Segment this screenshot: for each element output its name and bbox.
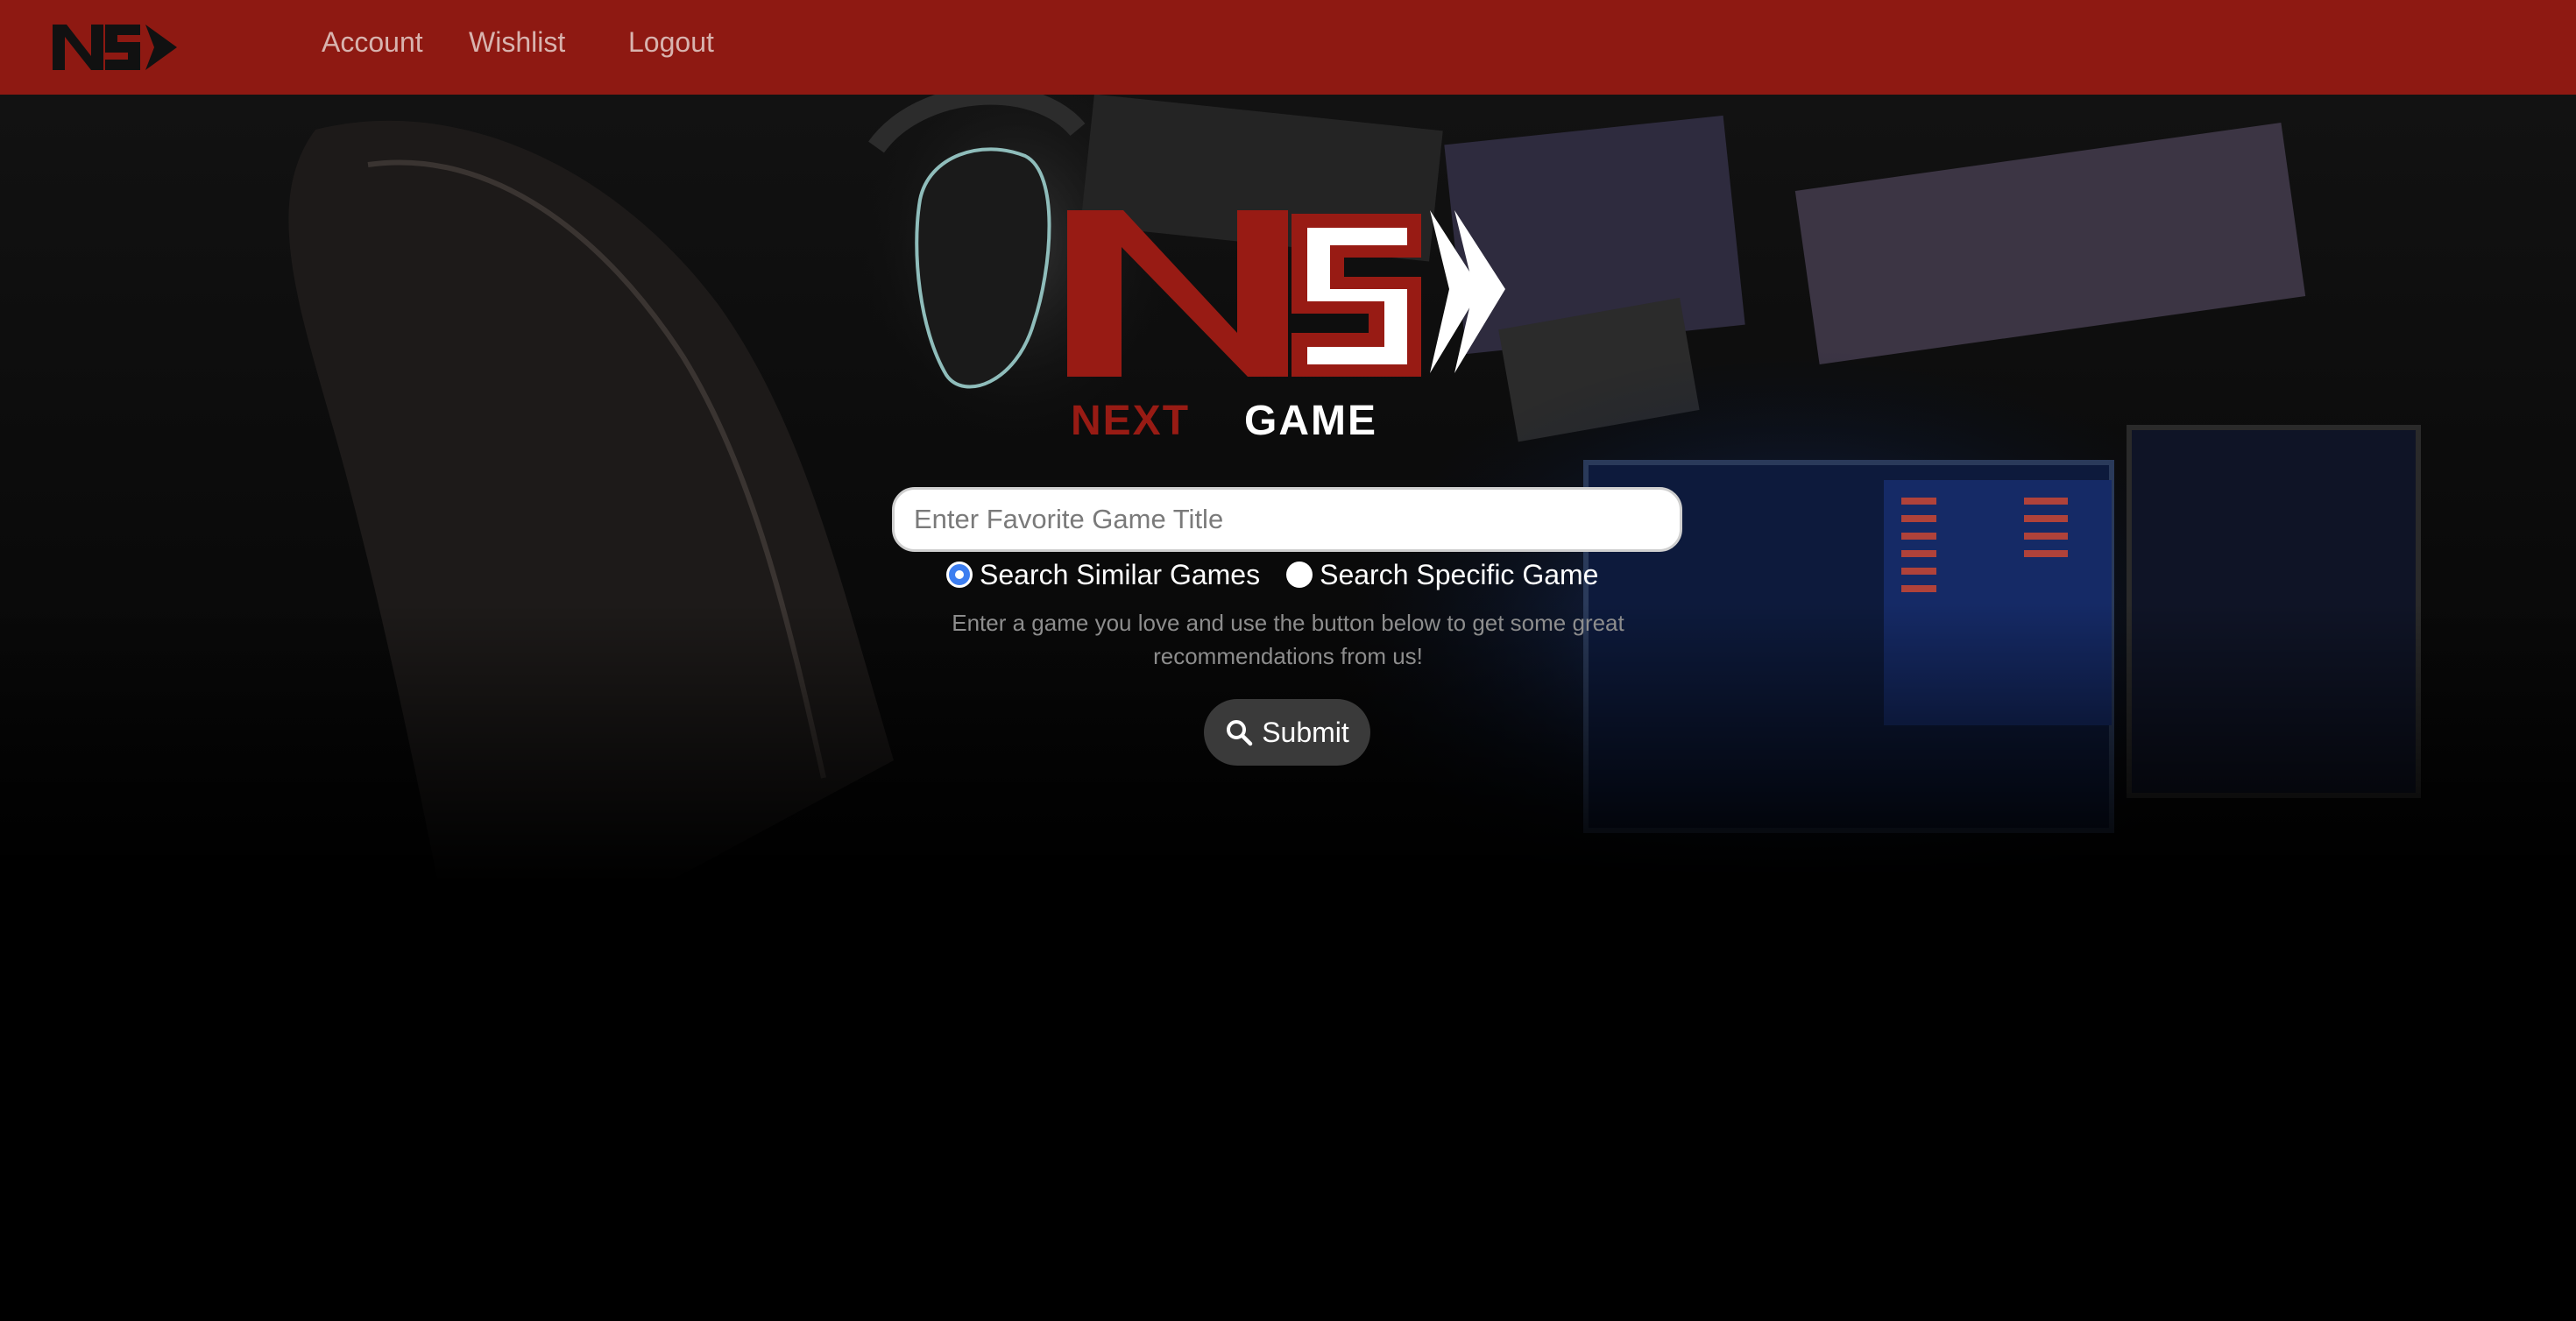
submit-button[interactable]: Submit [1204,699,1370,766]
submit-label: Submit [1262,716,1349,748]
radio-specific-game[interactable]: Search Specific Game [1286,559,1598,591]
logo-word-next: NEXT [1071,398,1190,443]
main-logo: NEXT GAME [1067,210,1505,443]
radio-button-checked[interactable] [946,562,973,588]
search-input[interactable] [892,487,1682,552]
page: NG Account Wishlist Logout NEXT GAME Ent… [0,0,2576,1321]
radio-label-similar: Search Similar Games [980,558,1261,590]
nav-link-account[interactable]: Account [322,26,423,59]
search-mode-radios: Search Similar Games Search Specific Gam… [946,555,1598,594]
nav-link-logout[interactable]: Logout [628,26,714,59]
radio-button-unchecked[interactable] [1286,562,1313,588]
logo-word-game: GAME [1244,398,1377,443]
nav-link-wishlist[interactable]: Wishlist [469,26,565,59]
helper-text: Enter a game you love and use the button… [952,610,1624,669]
search-icon [1227,720,1253,746]
navbar: NG Account Wishlist Logout [0,0,2576,95]
radio-similar-games[interactable]: Search Similar Games [946,559,1260,591]
radio-label-specific: Search Specific Game [1320,558,1599,590]
nav-logo[interactable]: NG [49,18,179,74]
